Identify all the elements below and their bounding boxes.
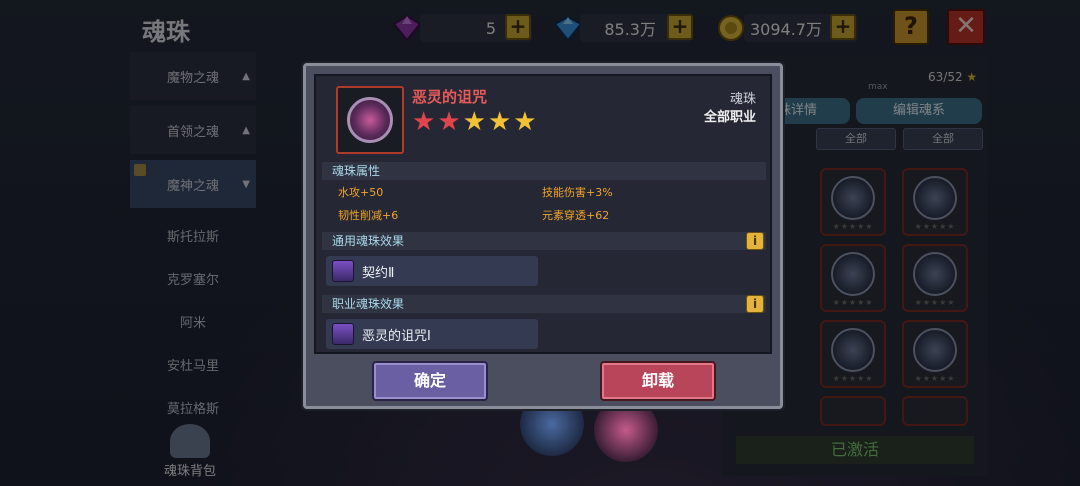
effect-label: 恶灵的诅咒Ⅰ xyxy=(362,328,431,344)
attributes-section-title: 魂珠属性 xyxy=(322,162,766,180)
character-avatar xyxy=(332,260,354,282)
info-icon[interactable]: i xyxy=(746,232,764,250)
star-icon: ★ xyxy=(412,107,436,137)
common-effects-section-title: 通用魂珠效果 xyxy=(322,232,766,250)
star-rating: ★ ★ ★ ★ ★ xyxy=(412,108,537,136)
unequip-button[interactable]: 卸载 xyxy=(600,361,716,401)
job-effects-section-title: 职业魂珠效果 xyxy=(322,295,766,313)
soul-name: 恶灵的诅咒 xyxy=(412,88,488,106)
star-icon: ★ xyxy=(513,107,537,137)
star-icon: ★ xyxy=(437,107,461,137)
soul-orb-icon xyxy=(336,86,404,154)
soul-job: 全部职业 xyxy=(703,110,756,125)
soul-detail-dialog: 恶灵的诅咒 ★ ★ ★ ★ ★ 魂珠 全部职业 魂珠属性 水攻+50 技能伤害+3% 韧… xyxy=(303,63,783,409)
soul-type: 魂珠 xyxy=(729,92,756,107)
star-icon: ★ xyxy=(462,107,486,137)
character-avatar xyxy=(332,323,354,345)
soul-detail-content: 恶灵的诅咒 ★ ★ ★ ★ ★ 魂珠 全部职业 魂珠属性 水攻+50 技能伤害+3% 韧… xyxy=(314,74,772,354)
attribute-toughness-reduction: 韧性削减+6 xyxy=(338,209,399,222)
job-effect-item[interactable]: 恶灵的诅咒Ⅰ xyxy=(326,319,538,349)
info-icon[interactable]: i xyxy=(746,295,764,313)
attribute-skill-damage: 技能伤害+3% xyxy=(542,186,613,199)
common-effect-item[interactable]: 契约Ⅱ xyxy=(326,256,538,286)
star-icon: ★ xyxy=(487,107,512,137)
attribute-water-attack: 水攻+50 xyxy=(338,186,384,199)
confirm-button[interactable]: 确定 xyxy=(372,361,488,401)
effect-label: 契约Ⅱ xyxy=(362,265,395,281)
attribute-element-penetration: 元素穿透+62 xyxy=(542,209,610,222)
